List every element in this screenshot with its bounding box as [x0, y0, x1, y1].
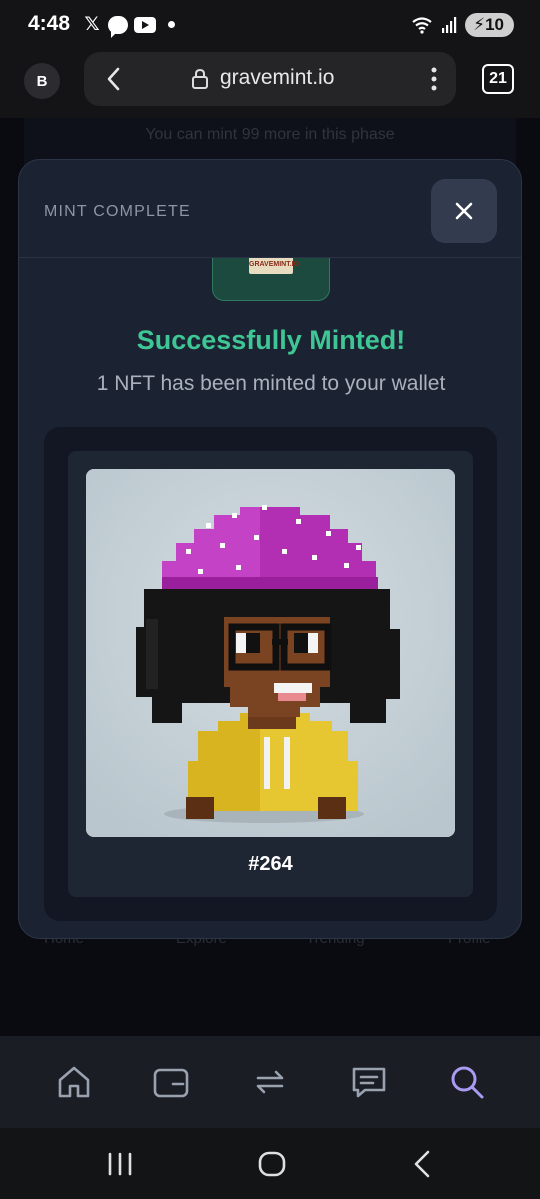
nft-card-frame: #264 [44, 427, 497, 921]
messages-icon[interactable] [349, 1062, 389, 1102]
wifi-icon [412, 17, 432, 34]
search-icon[interactable] [447, 1062, 487, 1102]
close-icon [455, 202, 473, 220]
battery-icon: ⚡10 [465, 13, 514, 37]
system-navigation-bar [0, 1128, 540, 1199]
dot-icon [168, 21, 175, 28]
browser-toolbar: B gravemint.io 21 [0, 50, 540, 118]
modal-title: MINT COMPLETE [44, 203, 191, 220]
mint-complete-modal: MINT COMPLETE GRAVEMINT.IO Successfully … [18, 159, 522, 939]
notification-icons: 𝕏 [82, 13, 175, 38]
success-heading: Successfully Minted! [136, 325, 406, 355]
app-bottom-nav [0, 1036, 540, 1128]
nft-image [86, 469, 455, 837]
signal-icon [442, 17, 457, 33]
success-subtitle: 1 NFT has been minted to your wallet [96, 372, 446, 395]
voxel-avatar-illustration [86, 469, 455, 837]
url-text[interactable]: gravemint.io [220, 66, 334, 90]
mint-limit-text: You can mint 99 more in this phase [145, 126, 395, 143]
status-time: 4:48 [28, 12, 71, 35]
home-button-icon[interactable] [256, 1148, 288, 1180]
home-icon[interactable] [54, 1062, 94, 1102]
battery-level: 10 [485, 15, 504, 34]
youtube-icon [134, 16, 156, 33]
close-button[interactable] [431, 179, 497, 243]
wallet-icon[interactable] [151, 1062, 191, 1102]
chat-bubble-icon [108, 15, 128, 38]
more-menu-icon[interactable] [430, 66, 438, 92]
modal-header: MINT COMPLETE [19, 160, 521, 258]
system-icons: ⚡10 [411, 13, 514, 37]
system-back-icon[interactable] [406, 1148, 438, 1180]
tab-switcher-button[interactable]: 21 [482, 64, 514, 94]
profile-avatar[interactable]: B [24, 63, 60, 99]
x-icon: 𝕏 [84, 14, 100, 35]
swap-icon[interactable] [250, 1062, 290, 1102]
status-bar: 4:48 𝕏 ⚡10 [0, 0, 540, 50]
lock-icon [192, 68, 208, 89]
back-icon[interactable] [102, 66, 126, 92]
logo-mark: GRAVEMINT.IO [249, 258, 299, 274]
collection-logo: GRAVEMINT.IO [212, 258, 330, 301]
nft-token-id: #264 [248, 853, 293, 875]
nft-card: #264 [68, 451, 473, 897]
address-bar[interactable]: gravemint.io [84, 52, 456, 106]
recents-icon[interactable] [104, 1148, 136, 1180]
